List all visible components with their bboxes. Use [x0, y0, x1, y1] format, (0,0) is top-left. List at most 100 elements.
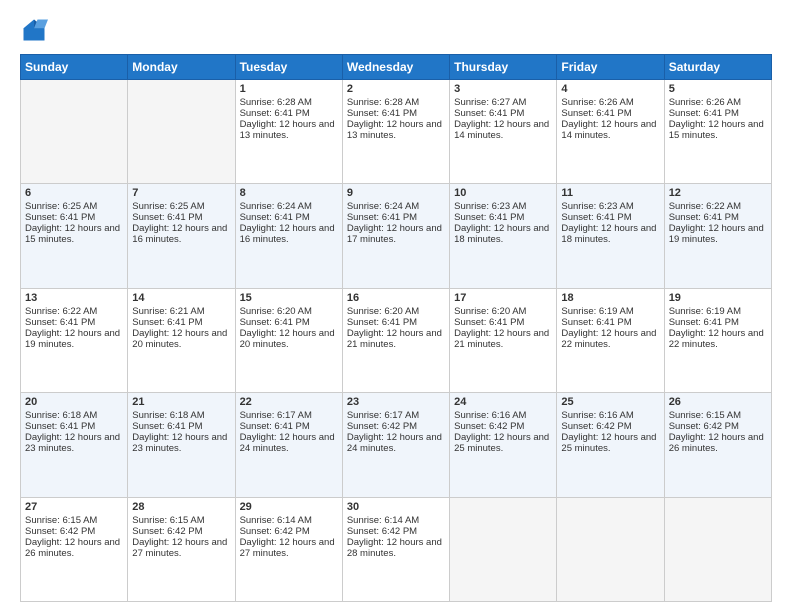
calendar-cell: 23 Sunrise: 6:17 AMSunset: 6:42 PMDayligh… [342, 393, 449, 497]
calendar-cell: 9Sunrise: 6:24 AMSunset: 6:41 PMDaylight… [342, 184, 449, 288]
day-number: 23 [347, 396, 445, 408]
calendar-cell [664, 497, 771, 601]
page: SundayMondayTuesdayWednesdayThursdayFrid… [0, 0, 792, 612]
calendar-cell: 21Sunrise: 6:18 AMSunset: 6:41 PMDayligh… [128, 393, 235, 497]
day-number: 1 [240, 83, 338, 95]
sunset-text: Sunset: 6:41 PM [132, 421, 202, 432]
sunset-text: Sunset: 6:41 PM [669, 317, 739, 328]
sunrise-text: Sunrise: 6:24 AM [347, 201, 419, 212]
day-number: 17 [454, 292, 552, 304]
sunset-text: Sunset: 6:41 PM [347, 212, 417, 223]
daylight-text: Daylight: 12 hours and 22 minutes. [561, 328, 656, 350]
sunrise-text: Sunrise: 6:24 AM [240, 201, 312, 212]
daylight-text: Daylight: 12 hours and 25 minutes. [561, 432, 656, 454]
calendar-week-row: 27 Sunrise: 6:15 AM Sunset: 6:42 PMDayligh… [21, 497, 772, 601]
sunrise-text: Sunrise: 6:27 AM [454, 97, 526, 108]
daylight-text: Daylight: 12 hours and 23 minutes. [132, 432, 227, 454]
daylight-text: Daylight: 12 hours and 15 minutes. [25, 223, 120, 245]
daylight-text: Daylight: 12 hours and 14 minutes. [454, 119, 549, 141]
calendar-cell: 22 Sunrise: 6:17 AMSunset: 6:41 PMDayligh… [235, 393, 342, 497]
day-number: 13 [25, 292, 123, 304]
calendar-header-saturday: Saturday [664, 55, 771, 80]
calendar-week-row: 1Sunrise: 6:28 AMSunset: 6:41 PMDaylight… [21, 80, 772, 184]
sunset-text: Sunset: 6:41 PM [25, 212, 95, 223]
sunrise-text: Sunrise: 6:28 AM [240, 97, 312, 108]
sunset-text: Sunset: 6:41 PM [132, 317, 202, 328]
day-number: 8 [240, 187, 338, 199]
sunrise-text: Sunrise: 6:22 AM [25, 306, 97, 317]
calendar-cell: 18Sunrise: 6:19 AMSunset: 6:41 PMDayligh… [557, 288, 664, 392]
day-number: 15 [240, 292, 338, 304]
day-number: 18 [561, 292, 659, 304]
calendar-cell [557, 497, 664, 601]
sunset-text: Sunset: 6:42 PM [561, 421, 631, 432]
sunrise-text: Sunrise: 6:15 AM [25, 515, 97, 526]
sunrise-text: Sunrise: 6:25 AM [132, 201, 204, 212]
calendar-cell: 1Sunrise: 6:28 AMSunset: 6:41 PMDaylight… [235, 80, 342, 184]
sunrise-text: Sunrise: 6:21 AM [132, 306, 204, 317]
daylight-text: Daylight: 12 hours and 26 minutes. [669, 432, 764, 454]
daylight-text: Daylight: 12 hours and 24 minutes. [347, 432, 442, 454]
day-number: 27 [25, 501, 123, 513]
sunset-text: Sunset: 6:41 PM [561, 317, 631, 328]
daylight-text: Daylight: 12 hours and 24 minutes. [240, 432, 335, 454]
sunrise-text: Sunrise: 6:14 AM [347, 515, 419, 526]
sunrise-text: Sunrise: 6:17 AM [347, 410, 419, 421]
calendar-cell: 13Sunrise: 6:22 AMSunset: 6:41 PMDayligh… [21, 288, 128, 392]
sunset-text: Sunset: 6:41 PM [132, 212, 202, 223]
sunset-text: Sunset: 6:42 PM [240, 526, 310, 537]
sunset-text: Sunset: 6:41 PM [240, 421, 310, 432]
day-number: 20 [25, 396, 123, 408]
calendar-table: SundayMondayTuesdayWednesdayThursdayFrid… [20, 54, 772, 602]
daylight-text: Daylight: 12 hours and 19 minutes. [669, 223, 764, 245]
day-number: 25 [561, 396, 659, 408]
calendar-cell: 14Sunrise: 6:21 AMSunset: 6:41 PMDayligh… [128, 288, 235, 392]
calendar-cell: 15Sunrise: 6:20 AMSunset: 6:41 PMDayligh… [235, 288, 342, 392]
logo [20, 16, 52, 44]
calendar-cell: 11Sunrise: 6:23 AMSunset: 6:41 PMDayligh… [557, 184, 664, 288]
daylight-text: Daylight: 12 hours and 27 minutes. [240, 537, 335, 559]
daylight-text: Daylight: 12 hours and 20 minutes. [132, 328, 227, 350]
day-number: 3 [454, 83, 552, 95]
calendar-header-wednesday: Wednesday [342, 55, 449, 80]
sunset-text: Sunset: 6:41 PM [561, 212, 631, 223]
sunset-text: Sunset: 6:41 PM [347, 108, 417, 119]
sunrise-text: Sunrise: 6:19 AM [669, 306, 741, 317]
day-number: 30 [347, 501, 445, 513]
calendar-header-tuesday: Tuesday [235, 55, 342, 80]
daylight-text: Daylight: 12 hours and 18 minutes. [454, 223, 549, 245]
calendar-cell: 25Sunrise: 6:16 AMSunset: 6:42 PMDayligh… [557, 393, 664, 497]
calendar-cell: 7Sunrise: 6:25 AMSunset: 6:41 PMDaylight… [128, 184, 235, 288]
calendar-cell: 12Sunrise: 6:22 AMSunset: 6:41 PMDayligh… [664, 184, 771, 288]
calendar-cell: 8Sunrise: 6:24 AMSunset: 6:41 PMDaylight… [235, 184, 342, 288]
sunrise-text: Sunrise: 6:20 AM [454, 306, 526, 317]
sunset-text: Sunset: 6:41 PM [240, 212, 310, 223]
daylight-text: Daylight: 12 hours and 22 minutes. [669, 328, 764, 350]
day-number: 29 [240, 501, 338, 513]
sunrise-text: Sunrise: 6:14 AM [240, 515, 312, 526]
sunrise-text: Sunrise: 6:17 AM [240, 410, 312, 421]
calendar-cell: 2Sunrise: 6:28 AMSunset: 6:41 PMDaylight… [342, 80, 449, 184]
day-number: 5 [669, 83, 767, 95]
calendar-cell: 29 Sunrise: 6:14 AMSunset: 6:42 PMDayligh… [235, 497, 342, 601]
daylight-text: Daylight: 12 hours and 18 minutes. [561, 223, 656, 245]
day-number: 28 [132, 501, 230, 513]
sunset-text: Sunset: 6:41 PM [240, 108, 310, 119]
daylight-text: Daylight: 12 hours and 17 minutes. [347, 223, 442, 245]
daylight-text: Daylight: 12 hours and 21 minutes. [347, 328, 442, 350]
calendar-cell: 20Sunrise: 6:18 AMSunset: 6:41 PMDayligh… [21, 393, 128, 497]
sunrise-text: Sunrise: 6:23 AM [561, 201, 633, 212]
header [20, 16, 772, 44]
daylight-text: Daylight: 12 hours and 23 minutes. [25, 432, 120, 454]
sunrise-text: Sunrise: 6:15 AM [132, 515, 204, 526]
sunrise-text: Sunrise: 6:22 AM [669, 201, 741, 212]
sunset-text: Sunset: 6:42 PM [347, 421, 417, 432]
calendar-cell: 27Sunrise: 6:15 AMSunset: 6:42 PMDayligh… [21, 497, 128, 601]
calendar-cell: 5Sunrise: 6:26 AMSunset: 6:41 PMDaylight… [664, 80, 771, 184]
sunset-text: Sunset: 6:41 PM [454, 317, 524, 328]
day-number: 4 [561, 83, 659, 95]
sunset-text: Sunset: 6:41 PM [561, 108, 631, 119]
day-number: 22 [240, 396, 338, 408]
calendar-cell: 19Sunrise: 6:19 AMSunset: 6:41 PMDayligh… [664, 288, 771, 392]
calendar-week-row: 20Sunrise: 6:18 AMSunset: 6:41 PMDayligh… [21, 393, 772, 497]
